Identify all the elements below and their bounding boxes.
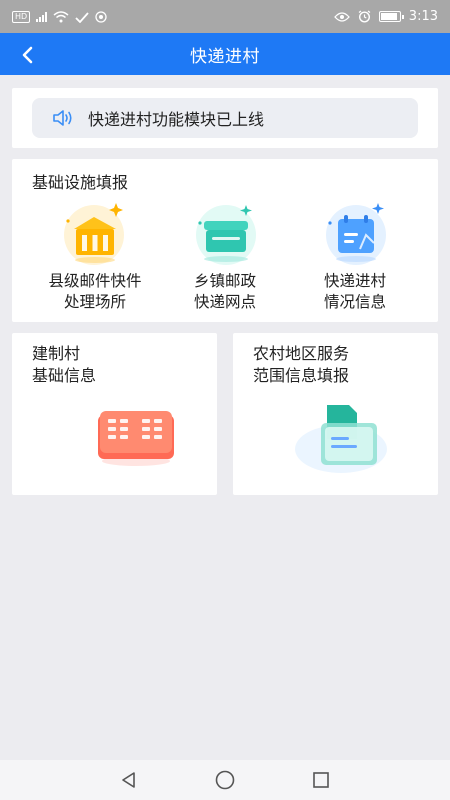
status-right: 3:13 (333, 9, 438, 24)
book-grid-icon (96, 407, 176, 471)
hd-badge: HD (12, 10, 31, 23)
status-time: 3:13 (408, 9, 438, 24)
target-icon (95, 10, 107, 23)
shop-icon (182, 197, 268, 269)
facility-label-line1: 县级邮件快件 (48, 272, 142, 290)
card-title: 建制村 基础信息 (32, 343, 96, 387)
card-title-line1: 建制村 (32, 344, 81, 363)
nav-home-button[interactable] (213, 768, 237, 792)
page-title: 快递进村 (190, 46, 260, 67)
facilities-card: 基础设施填报 县级邮件快件 处理场所 乡镇邮政 快递网点 快递进村 情况信息 (12, 159, 438, 322)
battery-icon (378, 11, 404, 22)
notice-text: 快递进村功能模块已上线 (88, 110, 265, 129)
facility-label-line1: 乡镇邮政 (193, 272, 256, 290)
facility-item-county-center[interactable]: 县级邮件快件 处理场所 (25, 197, 165, 313)
card-title-line2: 基础信息 (32, 366, 97, 385)
wifi-icon (53, 10, 69, 22)
building-icon (52, 197, 138, 269)
card-village-basic-info[interactable]: 建制村 基础信息 (12, 333, 217, 495)
notice-card: 快递进村功能模块已上线 (12, 88, 438, 148)
facility-label-line2: 处理场所 (63, 293, 126, 311)
alarm-icon (358, 10, 371, 23)
facility-item-village-delivery[interactable]: 快递进村 情况信息 (285, 197, 425, 313)
nav-back-button[interactable] (117, 768, 141, 792)
status-bar: HD 3:13 (0, 0, 450, 33)
notice-bar[interactable]: 快递进村功能模块已上线 (32, 98, 418, 138)
speaker-icon (53, 110, 72, 126)
signal-icon (36, 11, 48, 22)
card-title-line1: 农村地区服务 (253, 344, 350, 363)
eye-icon (333, 11, 350, 22)
facilities-title: 基础设施填报 (32, 173, 129, 192)
facility-label-line1: 快递进村 (323, 272, 386, 290)
facility-label-line2: 情况信息 (323, 293, 386, 311)
calendar-chart-icon (312, 197, 398, 269)
app-header: 快递进村 (0, 33, 450, 75)
square-recent-icon (313, 772, 329, 788)
circle-home-icon (215, 770, 235, 790)
facility-label-line2: 快递网点 (193, 293, 256, 311)
card-title-line2: 范围信息填报 (253, 366, 350, 385)
folder-doc-icon (291, 399, 391, 479)
card-title: 农村地区服务 范围信息填报 (253, 343, 349, 387)
triangle-back-icon (122, 772, 135, 788)
system-nav-bar (0, 760, 450, 800)
link-icon (75, 11, 89, 23)
facility-item-township-outlet[interactable]: 乡镇邮政 快递网点 (155, 197, 295, 313)
chevron-left-icon (22, 46, 33, 64)
card-rural-service-scope[interactable]: 农村地区服务 范围信息填报 (233, 333, 438, 495)
nav-recent-button[interactable] (309, 768, 333, 792)
back-button[interactable] (14, 42, 40, 68)
status-left: HD (12, 10, 107, 23)
